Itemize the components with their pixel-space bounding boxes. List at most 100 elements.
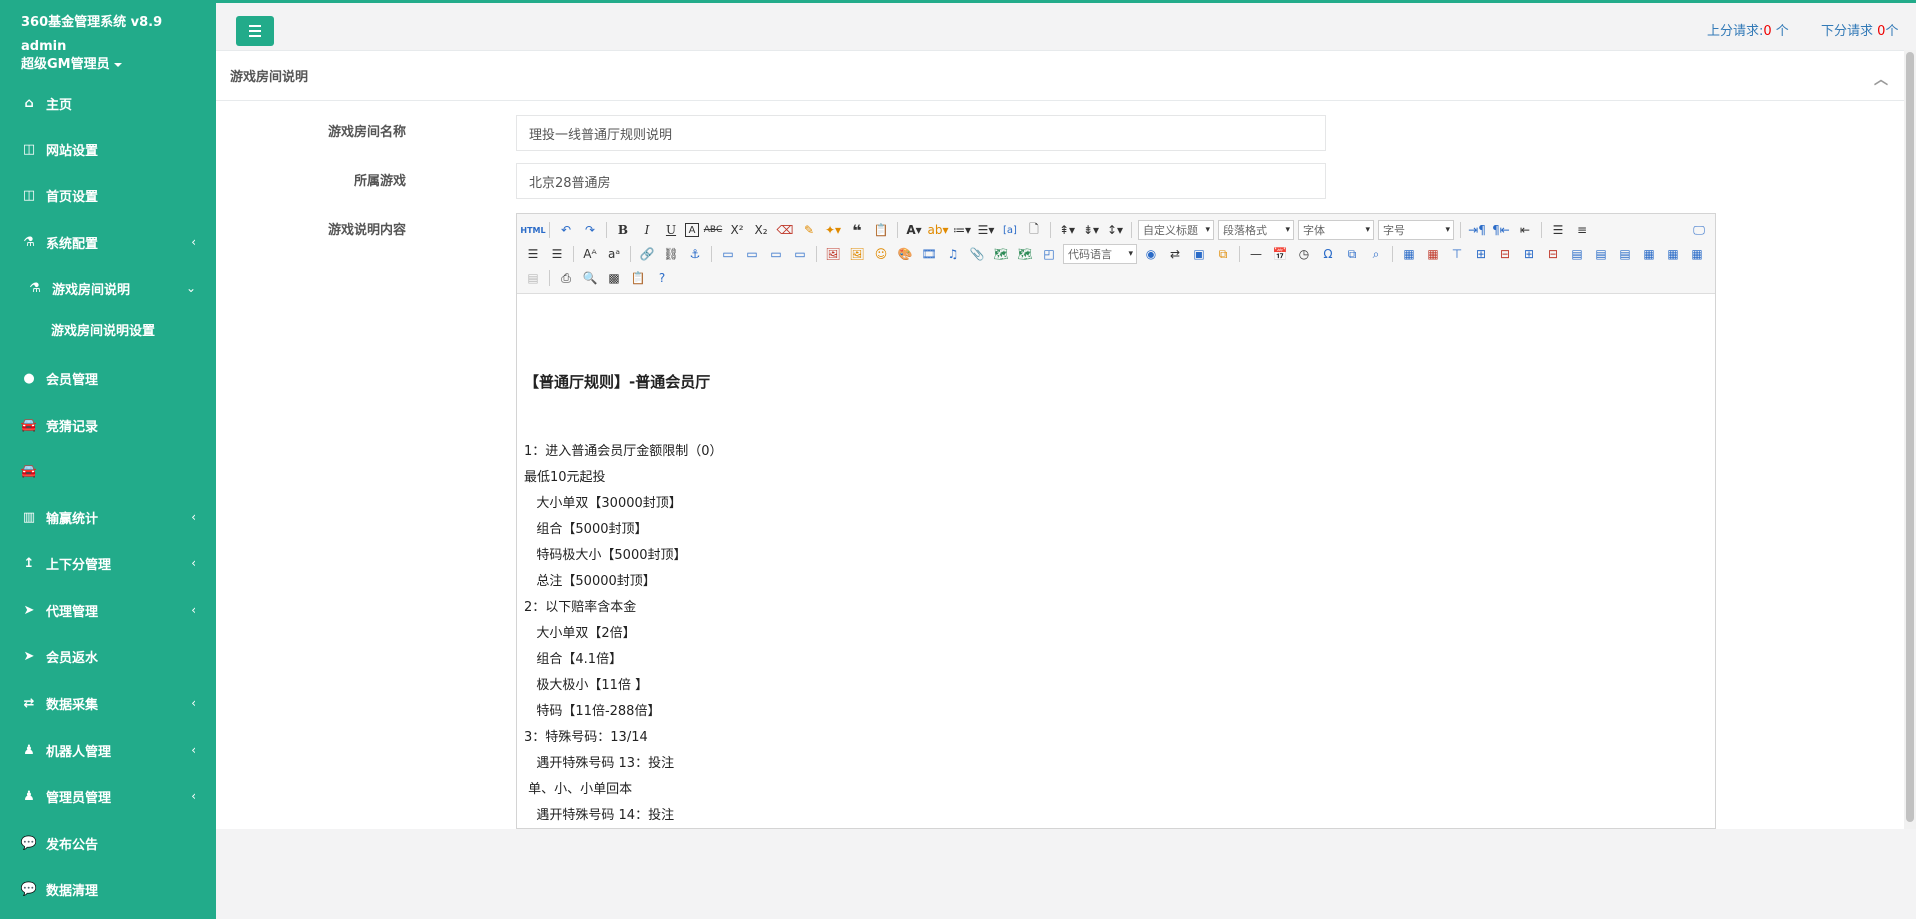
delete-table-icon[interactable]: ▦ — [1423, 244, 1443, 264]
bold-icon[interactable]: B — [613, 220, 633, 240]
gmap-icon[interactable]: 🗺 — [1015, 244, 1035, 264]
paste-plain-icon[interactable]: 📋 — [871, 220, 891, 240]
sidebar-item-room-description-settings[interactable]: 游戏房间说明设置 — [0, 309, 216, 349]
align-left-icon[interactable]: ☰ — [1548, 220, 1568, 240]
delete-row-icon[interactable]: ⊟ — [1495, 244, 1515, 264]
sidebar-item-member-management[interactable]: ● 会员管理 — [0, 358, 216, 398]
fullscreen-icon[interactable]: 🖵 — [1689, 220, 1709, 240]
anchor-icon[interactable]: ⚓ — [685, 244, 705, 264]
insert-image-icon[interactable]: 🖼 — [847, 244, 867, 264]
row-spacing-bottom-icon[interactable]: ⇟▾ — [1081, 220, 1101, 240]
map-icon[interactable]: 🗺 — [991, 244, 1011, 264]
sidebar-item-site-settings[interactable]: ◫ 网站设置 — [0, 129, 216, 169]
horizontal-rule-icon[interactable]: — — [1246, 244, 1266, 264]
unordered-list-icon[interactable]: ☰▾ — [976, 220, 996, 240]
code-language-select[interactable]: 代码语言 — [1063, 244, 1137, 264]
direction-rtl-icon[interactable]: ¶⇤ — [1491, 220, 1511, 240]
custom-title-select[interactable]: 自定义标题 — [1138, 220, 1214, 240]
sidebar-item-agent-management[interactable]: ➤ 代理管理 ‹ — [0, 590, 216, 630]
paragraph-format-select[interactable]: 段落格式 — [1218, 220, 1294, 240]
clear-doc-icon[interactable]: 🗋 — [1024, 220, 1044, 240]
image-none-icon[interactable]: ▭ — [718, 244, 738, 264]
template-icon[interactable]: ⇄ — [1165, 244, 1185, 264]
merge-right-icon[interactable]: ▤ — [1591, 244, 1611, 264]
insert-paragraph-before-table-icon[interactable]: ⊤ — [1447, 244, 1467, 264]
align-justify-icon[interactable]: ☰ — [547, 244, 567, 264]
font-size-select[interactable]: 字号 — [1378, 220, 1454, 240]
merge-down-icon[interactable]: ▤ — [1615, 244, 1635, 264]
music-icon[interactable]: ♫ — [943, 244, 963, 264]
sidebar-item-announcements[interactable]: 💬 发布公告 — [0, 823, 216, 863]
role-dropdown[interactable]: 超级GM管理员 — [21, 56, 216, 74]
paste-icon[interactable]: 📋 — [628, 268, 648, 288]
insert-table-icon[interactable]: ▦ — [1399, 244, 1419, 264]
superscript-icon[interactable]: X² — [727, 220, 747, 240]
sidebar-item-admin-management[interactable]: ♟ 管理员管理 ‹ — [0, 776, 216, 816]
sidebar-item-robot-management[interactable]: ♟ 机器人管理 ‹ — [0, 730, 216, 770]
searchreplace-icon[interactable]: ⌕ — [1366, 244, 1386, 264]
preview-icon[interactable]: 🔍 — [580, 268, 600, 288]
chevron-up-icon[interactable]: ︿ — [1874, 69, 1888, 89]
font-color-icon[interactable]: A▾ — [904, 220, 924, 240]
align-right-icon[interactable]: ☰ — [523, 244, 543, 264]
insert-col-icon[interactable]: ⊞ — [1519, 244, 1539, 264]
sidebar-item-homepage-settings[interactable]: ◫ 首页设置 — [0, 175, 216, 215]
sidebar-item-system-config[interactable]: ⚗ 系统配置 ‹ — [0, 222, 216, 262]
indent-icon[interactable]: ⇤ — [1515, 220, 1535, 240]
split-rows-icon[interactable]: ▦ — [1663, 244, 1683, 264]
sidebar-item-data-cleanup[interactable]: 💬 数据清理 — [0, 869, 216, 909]
autotype-icon[interactable]: ✦▾ — [823, 220, 843, 240]
lowercase-icon[interactable]: aᵃ — [604, 244, 624, 264]
eraser-icon[interactable]: ⌫ — [775, 220, 795, 240]
room-name-input[interactable] — [516, 115, 1326, 151]
page-scrollbar[interactable] — [1904, 50, 1916, 829]
scrollbar-thumb[interactable] — [1906, 52, 1914, 822]
sidebar-item-car[interactable]: 🚘 — [0, 451, 216, 491]
underline-icon[interactable]: U — [661, 220, 681, 240]
sidebar-item-member-rebate[interactable]: ➤ 会员返水 — [0, 636, 216, 676]
image-right-icon[interactable]: ▭ — [766, 244, 786, 264]
menu-toggle-button[interactable] — [236, 16, 274, 46]
date-icon[interactable]: 📅 — [1270, 244, 1290, 264]
snapscreen-icon[interactable]: ⧉ — [1342, 244, 1362, 264]
link-icon[interactable]: 🔗 — [637, 244, 657, 264]
insert-video-icon[interactable]: 🎞 — [919, 244, 939, 264]
up-request-link[interactable]: 上分请求:0 个 — [1707, 20, 1789, 39]
select-all-icon[interactable]: [a] — [1000, 220, 1020, 240]
image-center-icon[interactable]: ▭ — [790, 244, 810, 264]
simple-upload-icon[interactable]: 🖼 — [823, 244, 843, 264]
scrawl-icon[interactable]: 🎨 — [895, 244, 915, 264]
insert-row-icon[interactable]: ⊞ — [1471, 244, 1491, 264]
print-icon[interactable]: ⎙ — [556, 268, 576, 288]
font-family-select[interactable]: 字体 — [1298, 220, 1374, 240]
background-color-icon[interactable]: ab▾ — [928, 220, 949, 240]
charts-icon[interactable]: ▤ — [523, 268, 543, 288]
split-cols-icon[interactable]: ▦ — [1687, 244, 1707, 264]
row-spacing-top-icon[interactable]: ⇞▾ — [1057, 220, 1077, 240]
uppercase-icon[interactable]: Aᴬ — [580, 244, 600, 264]
strikethrough-icon[interactable]: ABC — [703, 220, 723, 240]
direction-ltr-icon[interactable]: ⇥¶ — [1467, 220, 1487, 240]
insert-frame-icon[interactable]: ◰ — [1039, 244, 1059, 264]
sidebar-item-home[interactable]: ⌂ 主页 — [0, 83, 216, 123]
help-icon[interactable]: ? — [652, 268, 672, 288]
unlink-icon[interactable]: ⛓ — [661, 244, 681, 264]
undo-icon[interactable]: ↶ — [556, 220, 576, 240]
font-border-icon[interactable]: A — [685, 223, 699, 237]
wordimage-icon[interactable]: ⧉ — [1213, 244, 1233, 264]
special-chars-icon[interactable]: Ω — [1318, 244, 1338, 264]
down-request-link[interactable]: 下分请求 0个 — [1821, 20, 1898, 39]
drafts-icon[interactable]: ▩ — [604, 268, 624, 288]
emotion-icon[interactable]: ☺ — [871, 244, 891, 264]
blockquote-icon[interactable]: ❝ — [847, 220, 867, 240]
format-brush-icon[interactable]: ✎ — [799, 220, 819, 240]
split-cells-icon[interactable]: ▦ — [1639, 244, 1659, 264]
align-center-icon[interactable]: ≡ — [1572, 220, 1592, 240]
sidebar-item-bet-records[interactable]: 🚘 竞猜记录 — [0, 405, 216, 445]
merge-cells-icon[interactable]: ▤ — [1567, 244, 1587, 264]
time-icon[interactable]: ◷ — [1294, 244, 1314, 264]
sidebar-item-win-loss-stats[interactable]: ▥ 输赢统计 ‹ — [0, 497, 216, 537]
sidebar-item-room-description[interactable]: ⚗ 游戏房间说明 ⌄ — [0, 268, 216, 308]
sidebar-item-credit-management[interactable]: ↥ 上下分管理 ‹ — [0, 543, 216, 583]
subscript-icon[interactable]: X₂ — [751, 220, 771, 240]
